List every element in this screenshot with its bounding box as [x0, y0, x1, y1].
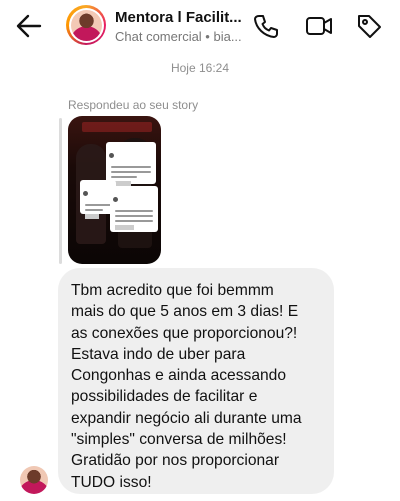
message-timestamp: Hoje 16:24	[170, 61, 230, 75]
message-text: Tbm acredito que foi bemmm mais do que 5…	[71, 282, 302, 491]
reply-indicator-bar	[59, 118, 62, 264]
story-comment-card	[106, 142, 156, 186]
contact-subtitle[interactable]: Chat comercial • bia...	[115, 29, 245, 44]
story-reply-label: Respondeu ao seu story	[68, 98, 199, 112]
story-overlay-text	[82, 122, 152, 132]
story-thumbnail[interactable]	[68, 116, 161, 264]
chat-header: Mentora l Facilit... Chat comercial • bi…	[0, 0, 400, 52]
contact-avatar[interactable]	[66, 5, 106, 45]
tag-icon[interactable]	[355, 12, 383, 40]
sender-avatar[interactable]	[20, 466, 48, 494]
contact-name[interactable]: Mentora l Facilit...	[115, 9, 255, 26]
avatar-image	[70, 9, 102, 41]
message-bubble[interactable]: Tbm acredito que foi bemmm mais do que 5…	[58, 268, 334, 494]
video-call-icon[interactable]	[305, 12, 333, 40]
story-comment-card	[110, 186, 158, 232]
phone-icon[interactable]	[252, 12, 280, 40]
back-arrow-icon[interactable]	[14, 12, 44, 40]
